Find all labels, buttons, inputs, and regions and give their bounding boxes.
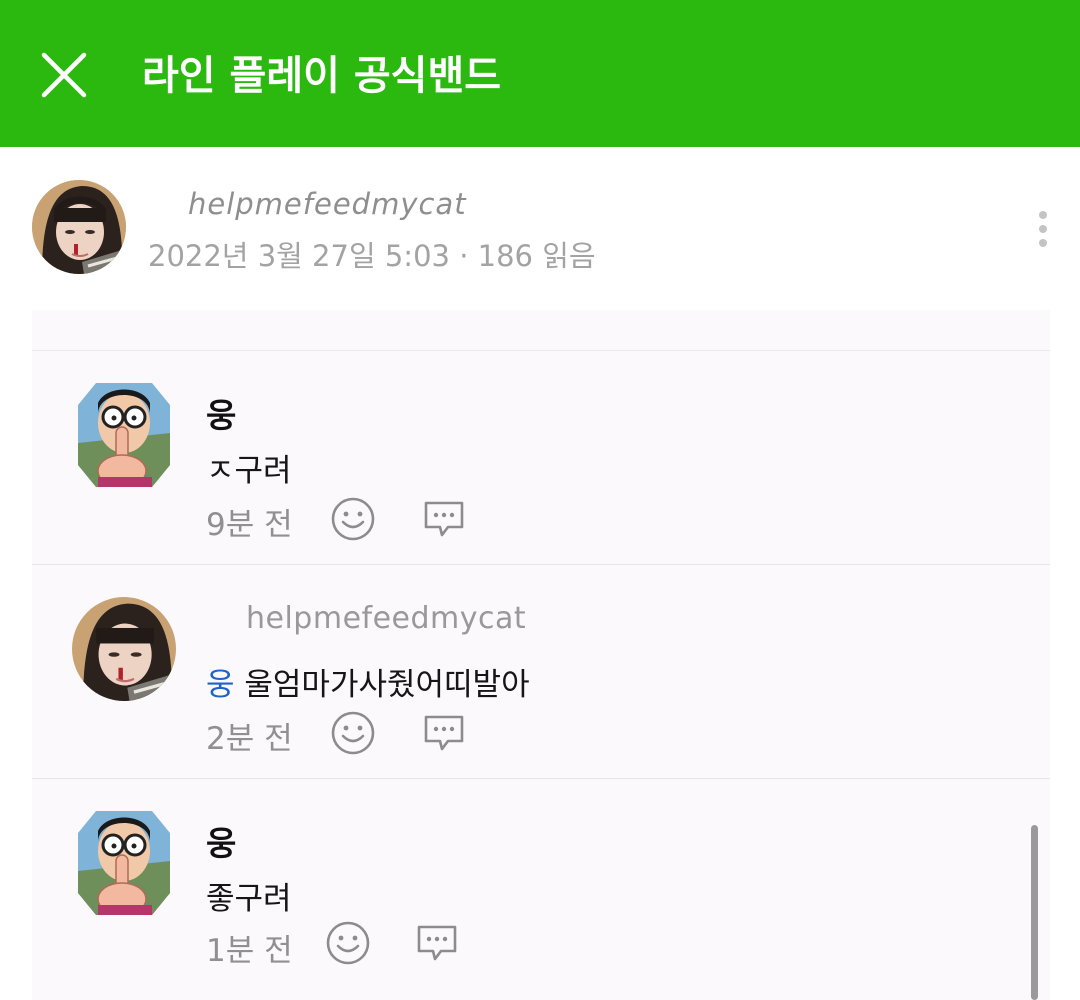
reaction-button[interactable] xyxy=(324,919,372,967)
comment-text: 웅 울엄마가사줬어띠발아 xyxy=(206,659,530,704)
smile-icon xyxy=(326,921,370,965)
comment-item: 웅 ㅈ구려 9분 전 xyxy=(32,351,1050,565)
more-vertical-icon xyxy=(1039,211,1047,247)
comment-avatar[interactable] xyxy=(72,597,176,701)
close-icon xyxy=(41,52,87,98)
comment-text: ㅈ구려 xyxy=(206,453,292,489)
post-meta: 2022년 3월 27일 5:03 · 186 읽음 xyxy=(148,239,596,273)
post-author-name[interactable]: helpmefeedmycat xyxy=(188,187,467,221)
comment-item: helpmefeedmycat 웅 울엄마가사줬어띠발아 2분 전 xyxy=(32,565,1050,779)
comment-mention[interactable]: 웅 xyxy=(206,667,235,703)
more-options-button[interactable] xyxy=(1030,209,1056,253)
chat-bubble-icon xyxy=(424,501,464,537)
reaction-button[interactable] xyxy=(329,495,377,543)
chat-bubble-icon xyxy=(424,715,464,751)
reaction-button[interactable] xyxy=(329,709,377,757)
comment-time: 2분 전 xyxy=(206,721,293,757)
comment-time: 9분 전 xyxy=(206,507,293,543)
reply-button[interactable] xyxy=(420,495,468,543)
comment-author[interactable]: helpmefeedmycat xyxy=(246,601,526,636)
reply-button[interactable] xyxy=(413,919,461,967)
header-title: 라인 플레이 공식밴드 xyxy=(142,53,502,99)
post-author-avatar[interactable] xyxy=(32,180,126,274)
comment-avatar[interactable] xyxy=(78,383,170,487)
post-author-section: helpmefeedmycat 2022년 3월 27일 5:03 · 186 … xyxy=(0,147,1080,307)
reply-button[interactable] xyxy=(420,709,468,757)
comment-avatar[interactable] xyxy=(78,811,170,915)
comments-panel: 웅 ㅈ구려 9분 전 helpmefeedmycat 웅 울엄마가사줬어띠발아 … xyxy=(32,310,1050,1000)
comment-author[interactable]: 웅 xyxy=(206,389,236,437)
chat-bubble-icon xyxy=(417,925,457,961)
comments-divider xyxy=(32,310,1050,351)
scrollbar[interactable] xyxy=(1031,825,1038,1000)
comment-text-body: 울엄마가사줬어띠발아 xyxy=(244,667,530,703)
comment-text: 좋구려 xyxy=(206,881,292,917)
comment-item: 웅 좋구려 1분 전 xyxy=(32,779,1050,992)
comment-time: 1분 전 xyxy=(206,933,293,969)
comment-author[interactable]: 웅 xyxy=(206,817,236,865)
smile-icon xyxy=(331,711,375,755)
app-header: 라인 플레이 공식밴드 xyxy=(0,0,1080,147)
close-button[interactable] xyxy=(36,50,96,100)
smile-icon xyxy=(331,497,375,541)
